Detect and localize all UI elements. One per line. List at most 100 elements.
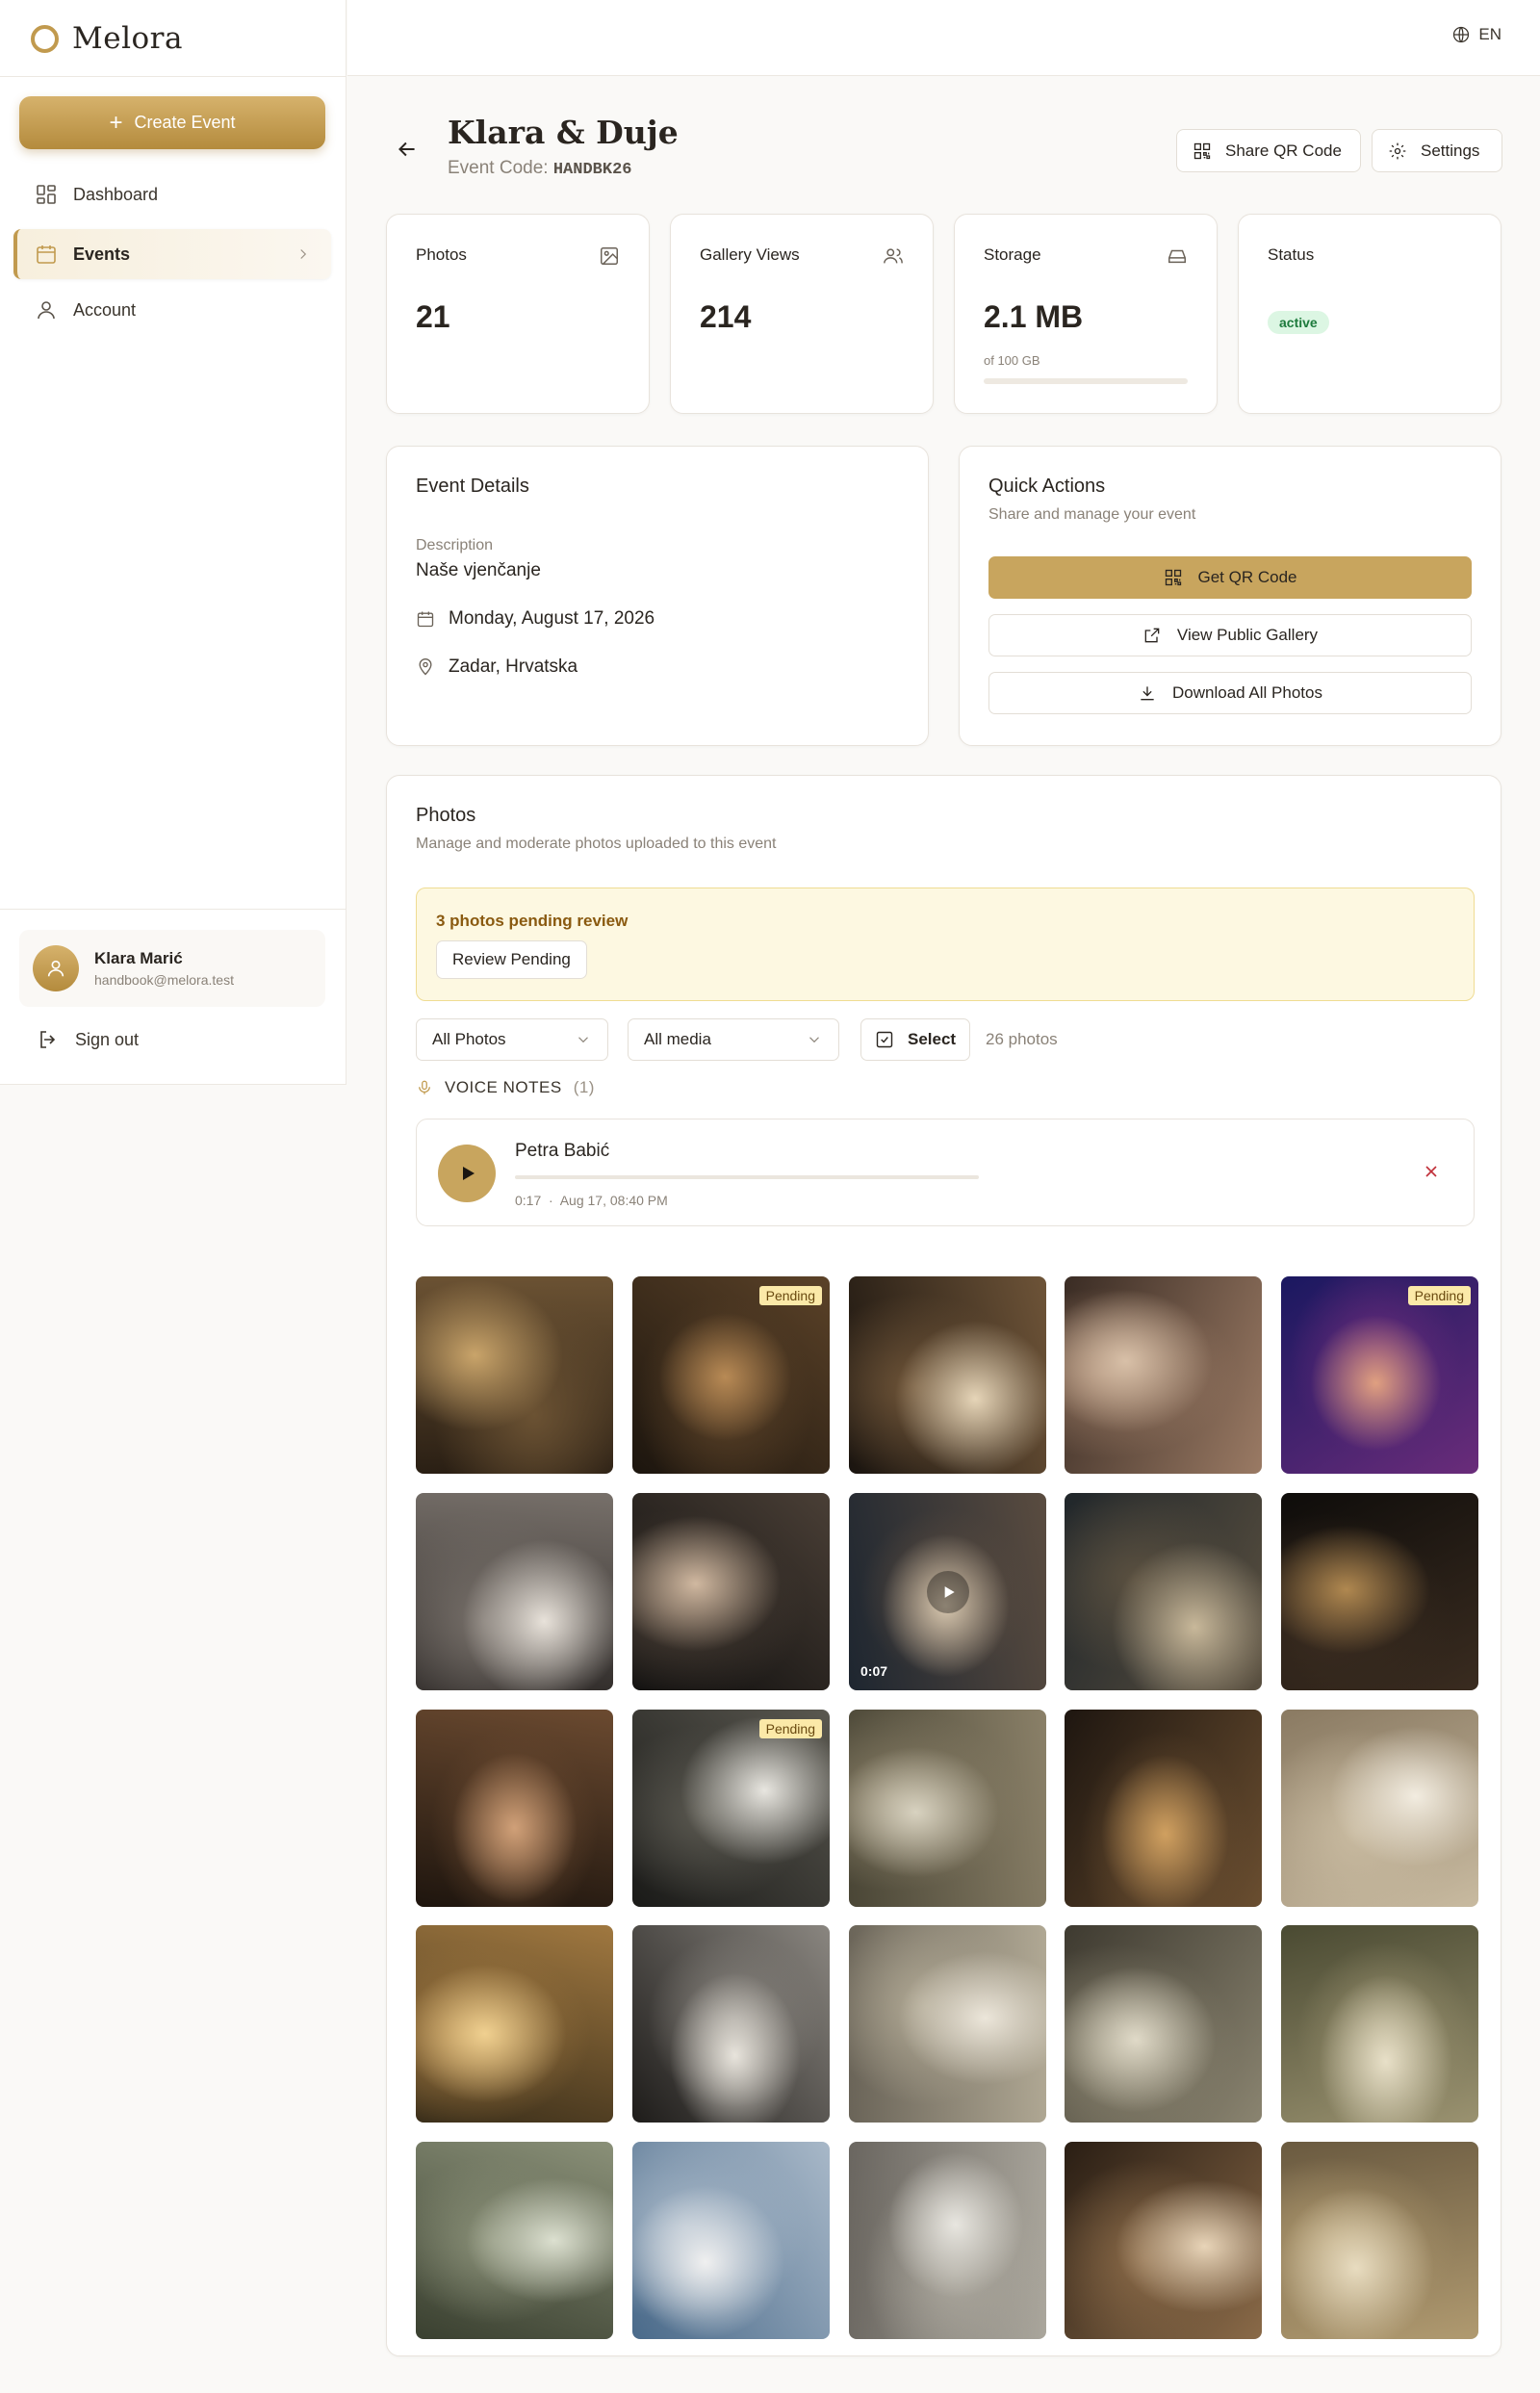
get-qr-code-button[interactable]: Get QR Code [988,556,1472,599]
stat-card-photos: Photos 21 [386,214,650,414]
select-label: Select [908,1030,957,1048]
voice-notes-count: (1) [573,1078,595,1096]
event-date-value: Monday, August 17, 2026 [449,608,655,629]
photo-thumbnail[interactable]: Pending [1281,1276,1478,1474]
voice-note-progress[interactable] [515,1175,979,1179]
event-location-value: Zadar, Hrvatska [449,656,578,677]
select-mode-button[interactable]: Select [860,1018,971,1061]
sidebar: Melora + Create Event Dashboard Events A… [0,0,346,1085]
photo-thumbnail[interactable] [849,1710,1046,1907]
photo-thumbnail[interactable] [849,1276,1046,1474]
user-card[interactable]: Klara Marić handbook@melora.test [19,930,325,1007]
download-all-photos-button[interactable]: Download All Photos [988,672,1472,714]
photo-thumbnail[interactable] [849,2142,1046,2339]
delete-voice-note-icon[interactable] [1422,1162,1441,1181]
stat-label: Storage [984,245,1041,264]
image-icon [601,247,618,265]
photo-thumbnail[interactable] [1065,1710,1262,1907]
users-icon [884,248,903,264]
video-thumbnail[interactable]: 0:07 [849,1493,1046,1690]
media-filter-select[interactable]: All media [628,1018,839,1061]
photo-thumbnail[interactable] [1281,1925,1478,2123]
review-pending-button[interactable]: Review Pending [436,940,587,979]
voice-notes-label: VOICE NOTES [445,1078,562,1096]
chevron-right-icon [300,249,307,259]
logout-icon [40,1031,56,1048]
plus-icon: + [109,109,123,136]
storage-capacity: of 100 GB [984,353,1040,368]
sidebar-item-account[interactable]: Account [13,285,331,335]
photo-thumbnail[interactable] [1065,1276,1262,1474]
calendar-icon [37,245,56,264]
user-icon [38,301,55,320]
photo-thumbnail[interactable] [632,1925,830,2123]
create-event-label: Create Event [134,113,236,132]
storage-progress-bar [984,378,1188,384]
event-details-card: Event Details Description Naše vjenčanje… [386,446,929,746]
photo-thumbnail[interactable] [849,1925,1046,2123]
stat-value: 21 [416,299,450,334]
stat-card-views: Gallery Views 214 [670,214,934,414]
map-pin-icon [419,658,432,676]
view-public-gallery-button[interactable]: View Public Gallery [988,614,1472,656]
sidebar-item-dashboard[interactable]: Dashboard [13,169,331,219]
sign-out-link[interactable]: Sign out [37,1024,139,1055]
photo-thumbnail[interactable] [1065,2142,1262,2339]
language-switcher[interactable]: EN [1451,25,1502,44]
chevron-down-icon [809,1037,819,1043]
language-label: EN [1478,25,1502,43]
photos-filter-value: All Photos [432,1030,506,1048]
stat-label: Status [1268,245,1315,264]
share-qr-label: Share QR Code [1225,141,1342,160]
photo-thumbnail[interactable] [1281,2142,1478,2339]
settings-button[interactable]: Settings [1372,129,1502,172]
photo-thumbnail[interactable] [416,2142,613,2339]
card-subtitle: Manage and moderate photos uploaded to t… [416,836,777,852]
media-filter-value: All media [644,1030,711,1048]
photo-thumbnail[interactable] [416,1925,613,2123]
photo-thumbnail[interactable] [1065,1925,1262,2123]
quick-actions-card: Quick Actions Share and manage your even… [959,446,1502,746]
sign-out-label: Sign out [75,1029,140,1049]
get-qr-code-label: Get QR Code [1197,568,1297,586]
photo-thumbnail[interactable] [1281,1710,1478,1907]
photo-thumbnail[interactable]: Pending [632,1276,830,1474]
share-qr-button[interactable]: Share QR Code [1176,129,1361,172]
photo-thumbnail[interactable]: Pending [632,1710,830,1907]
photo-thumbnail[interactable] [416,1276,613,1474]
brand-logo[interactable]: Melora [31,19,183,58]
divider [0,909,346,910]
create-event-button[interactable]: + Create Event [19,96,325,149]
event-code-value: HANDBK26 [552,161,632,179]
stat-value: 2.1 MB [984,299,1084,334]
event-code-label: Event Code: [448,158,549,178]
back-arrow-icon[interactable] [395,137,420,162]
user-icon [47,960,64,977]
photos-filter-select[interactable]: All Photos [416,1018,608,1061]
status-badge: active [1268,311,1329,334]
view-public-gallery-label: View Public Gallery [1176,626,1319,644]
stat-label: Gallery Views [700,245,800,264]
photo-thumbnail[interactable] [416,1710,613,1907]
photos-section: Photos Manage and moderate photos upload… [386,775,1502,2356]
external-link-icon [1144,628,1160,643]
photo-thumbnail[interactable] [1065,1493,1262,1690]
settings-label: Settings [1421,141,1480,160]
download-all-photos-label: Download All Photos [1172,683,1322,702]
play-icon[interactable] [926,1570,969,1613]
photo-count: 26 photos [986,1030,1058,1048]
photo-thumbnail[interactable] [632,2142,830,2339]
stat-card-status: Status active [1238,214,1502,414]
sidebar-item-label: Dashboard [73,184,159,204]
photo-thumbnail[interactable] [1281,1493,1478,1690]
photo-thumbnail[interactable] [632,1493,830,1690]
stat-label: Photos [416,245,467,264]
user-name: Klara Marić [94,949,183,967]
photo-thumbnail[interactable] [416,1493,613,1690]
avatar [33,945,79,991]
pending-badge: Pending [758,1286,822,1305]
card-title: Photos [416,805,476,826]
play-voice-note-button[interactable] [438,1145,496,1202]
sidebar-item-events[interactable]: Events [13,229,331,279]
pending-badge: Pending [1407,1286,1471,1305]
